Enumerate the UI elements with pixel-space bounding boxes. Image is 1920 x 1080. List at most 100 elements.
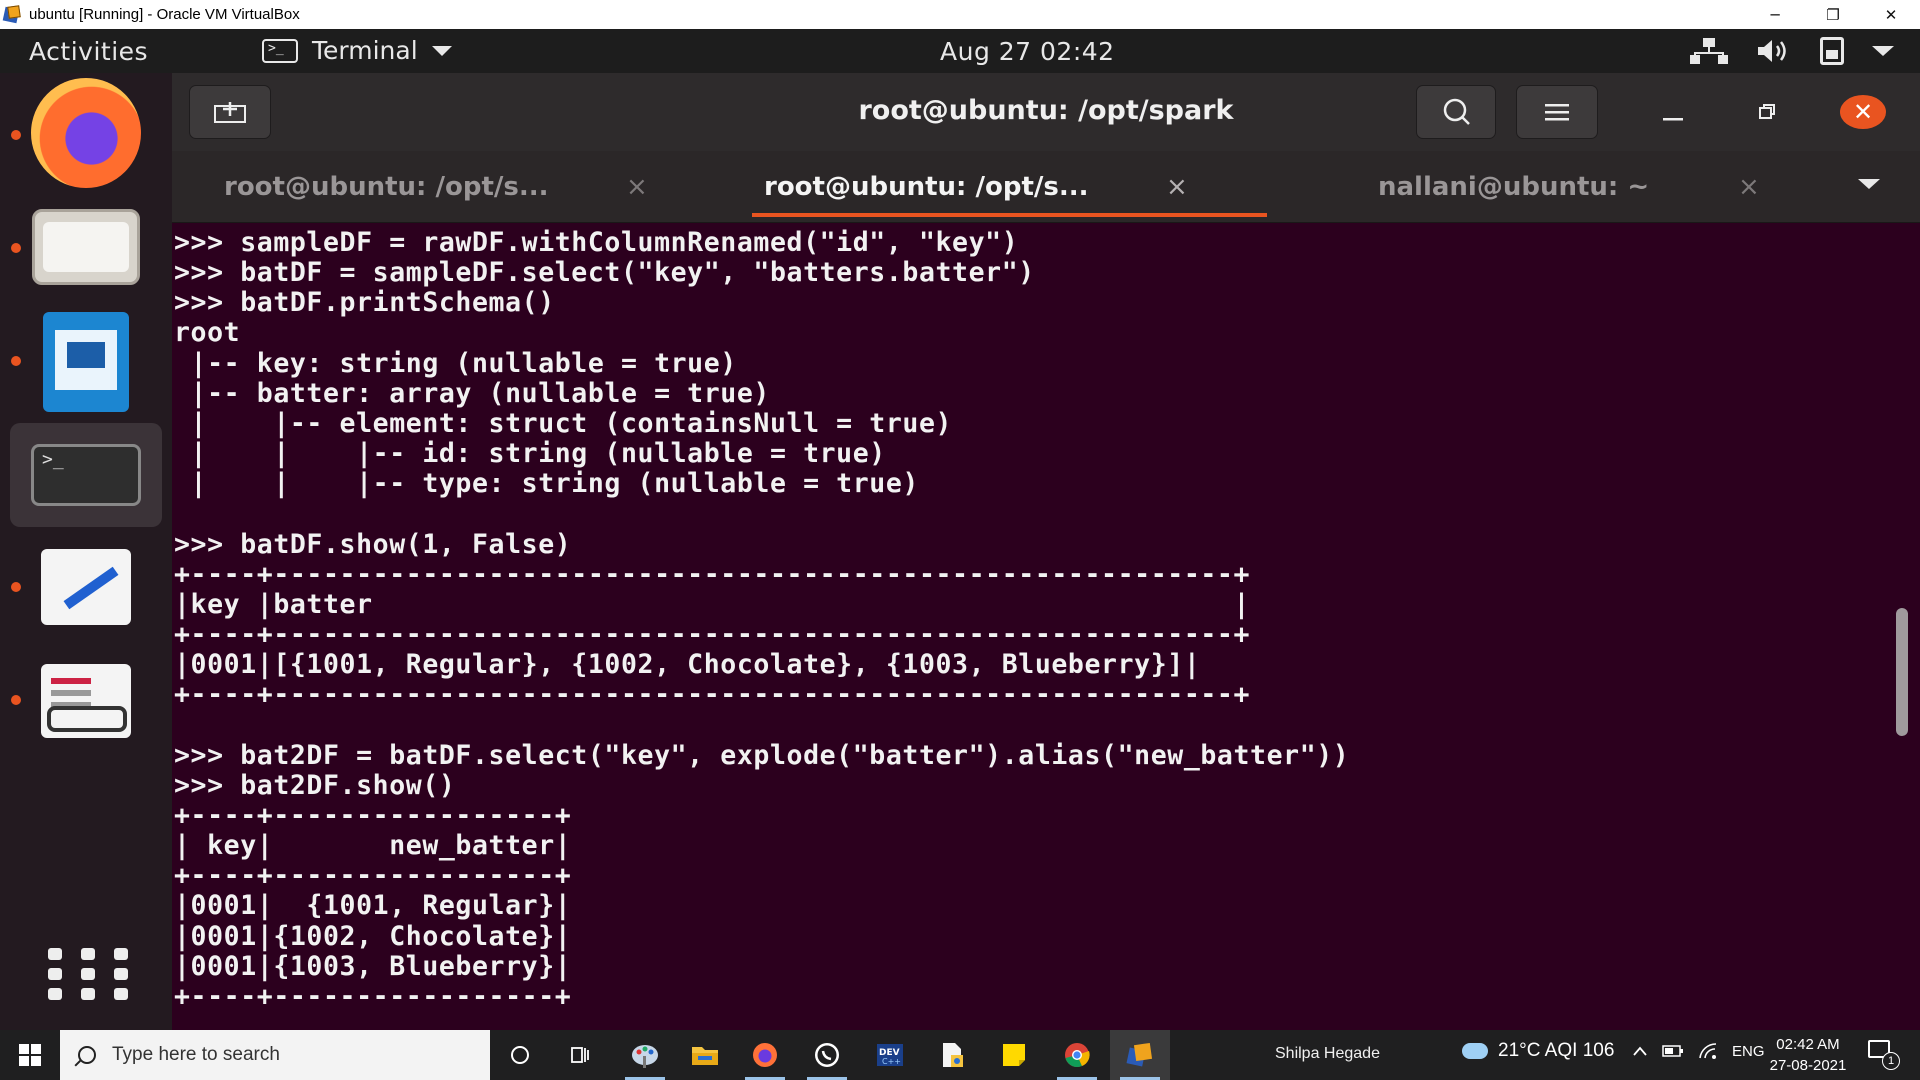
terminal-line: >>> sampleDF = rawDF.withColumnRenamed("… xyxy=(174,228,1019,258)
terminal-line: >>> batDF.printSchema() xyxy=(174,287,555,319)
taskbar-app-dev-cpp[interactable]: DEV C++ xyxy=(860,1030,920,1080)
chevron-up-icon[interactable] xyxy=(1632,1045,1648,1057)
terminal-line: >>> bat2DF = batDF.select("key", explode… xyxy=(174,739,1350,771)
taskbar-app-paint[interactable] xyxy=(615,1030,675,1080)
search-icon xyxy=(78,1046,96,1064)
dock-item-document-viewer[interactable] xyxy=(10,649,162,753)
tab-close-icon[interactable]: × xyxy=(1166,172,1188,202)
firefox-icon xyxy=(31,78,141,188)
notification-count: 1 xyxy=(1882,1052,1900,1070)
cortana-button[interactable] xyxy=(490,1030,550,1080)
hamburger-menu-button[interactable] xyxy=(1516,85,1598,139)
dock-item-firefox[interactable] xyxy=(10,78,162,188)
tab-close-icon[interactable]: × xyxy=(1738,172,1760,202)
terminal-line: |-- batter: array (nullable = true) xyxy=(174,377,770,409)
terminal-line: |0001|{1002, Chocolate}| xyxy=(174,920,572,952)
terminal-line: |0001|{1003, Blueberry}| xyxy=(174,950,572,982)
host-minimize-button[interactable]: ─ xyxy=(1746,0,1804,29)
network-icon xyxy=(1690,38,1728,64)
taskbar-app-whatsapp[interactable] xyxy=(797,1030,857,1080)
task-view-icon xyxy=(571,1047,589,1063)
tab-label: root@ubuntu: /opt/s... xyxy=(224,172,549,202)
taskbar-clock[interactable]: 02:42 AM 27-08-2021 xyxy=(1768,1034,1848,1076)
terminal-line: +----+----------------------------------… xyxy=(174,679,1251,711)
virtualbox-icon xyxy=(2,4,23,25)
tab-1[interactable]: root@ubuntu: /opt/s... × xyxy=(224,151,734,223)
terminal-line: >>> batDF.show(1, False) xyxy=(174,528,572,560)
close-button[interactable]: ✕ xyxy=(1840,95,1886,129)
terminal-line: | | |-- type: string (nullable = true) xyxy=(174,468,919,500)
dock-item-files[interactable] xyxy=(10,195,162,299)
taskbar-app-firefox[interactable] xyxy=(735,1030,795,1080)
taskbar-search-placeholder: Type here to search xyxy=(112,1044,280,1065)
app-menu-terminal[interactable]: >_ Terminal xyxy=(262,36,452,65)
folder-icon xyxy=(692,1047,718,1065)
terminal-line: >>> batDF = sampleDF.select("key", "batt… xyxy=(174,257,1035,289)
terminal-line: |0001| {1001, Regular}| xyxy=(174,890,572,922)
show-applications-icon[interactable] xyxy=(48,948,128,1008)
svg-text:C++: C++ xyxy=(882,1057,901,1066)
ubuntu-top-bar: Activities >_ Terminal Aug 27 02:42 xyxy=(0,29,1920,73)
taskbar-app-sticky-notes[interactable] xyxy=(984,1030,1044,1080)
tab-list-chevron-down-icon[interactable] xyxy=(1858,179,1880,189)
search-icon xyxy=(1443,98,1470,125)
virtualbox-icon xyxy=(1126,1042,1153,1067)
terminal-window-title: root@ubuntu: /opt/spark xyxy=(858,95,1234,126)
terminal-headerbar: root@ubuntu: /opt/spark ✕ xyxy=(172,73,1920,151)
dock-item-text-editor[interactable] xyxy=(10,535,162,639)
taskbar-user-name[interactable]: Shilpa Hegade xyxy=(1275,1045,1380,1063)
document-viewer-icon xyxy=(41,664,131,738)
start-button[interactable] xyxy=(0,1030,60,1080)
weather-widget[interactable]: 21°C AQI 106 xyxy=(1462,1040,1614,1062)
host-close-button[interactable]: ✕ xyxy=(1862,0,1920,29)
wifi-icon[interactable] xyxy=(1698,1042,1718,1060)
system-tray: ENG xyxy=(1632,1042,1765,1060)
host-restore-button[interactable]: ❐ xyxy=(1804,0,1862,29)
tab-3[interactable]: nallani@ubuntu: ~ × xyxy=(1378,151,1888,223)
terminal-text: >>> sampleDF = rawDF.withColumnRenamed("… xyxy=(174,228,1904,1012)
paint-icon xyxy=(632,1045,658,1068)
taskbar-time: 02:42 AM xyxy=(1776,1036,1840,1053)
terminal-line: +----+-----------------+ xyxy=(174,799,572,831)
activities-button[interactable]: Activities xyxy=(29,37,148,66)
taskbar-app-virtualbox[interactable] xyxy=(1110,1030,1170,1080)
host-window-titlebar: ubuntu [Running] - Oracle VM VirtualBox … xyxy=(0,0,1920,29)
minimize-button[interactable] xyxy=(1653,97,1693,127)
windows-taskbar: Type here to search DEV C++ Shilpa Hegade… xyxy=(0,1030,1920,1080)
terminal-output[interactable]: >>> sampleDF = rawDF.withColumnRenamed("… xyxy=(174,228,1904,1028)
chevron-down-icon xyxy=(431,45,452,56)
language-indicator[interactable]: ENG xyxy=(1732,1043,1765,1060)
system-menu[interactable] xyxy=(1690,29,1920,73)
dock-item-libreoffice-writer[interactable] xyxy=(10,310,162,414)
dock-item-terminal[interactable]: >_ xyxy=(10,423,162,527)
terminal-line: +----+----------------------------------… xyxy=(174,619,1251,651)
files-icon xyxy=(32,209,140,285)
terminal-line: | | |-- id: string (nullable = true) xyxy=(174,438,886,470)
sticky-notes-icon xyxy=(1003,1044,1025,1066)
terminal-line: |-- key: string (nullable = true) xyxy=(174,347,737,379)
battery-icon[interactable] xyxy=(1662,1044,1684,1058)
maximize-button[interactable] xyxy=(1747,97,1787,127)
terminal-line: +----+-----------------+ xyxy=(174,860,572,892)
taskbar-app-document[interactable] xyxy=(922,1030,982,1080)
minimize-icon xyxy=(1663,118,1683,121)
chrome-icon xyxy=(1065,1043,1090,1068)
tab-label: nallani@ubuntu: ~ xyxy=(1378,172,1650,202)
writer-icon xyxy=(43,312,129,412)
taskbar-app-chrome[interactable] xyxy=(1047,1030,1107,1080)
active-tab-indicator xyxy=(752,213,1267,217)
tab-close-icon[interactable]: × xyxy=(626,172,648,202)
taskbar-search-box[interactable]: Type here to search xyxy=(60,1030,490,1080)
search-button[interactable] xyxy=(1416,85,1496,139)
clock[interactable]: Aug 27 02:42 xyxy=(940,37,1115,66)
terminal-line: |key |batter | xyxy=(174,588,1251,620)
taskbar-app-file-explorer[interactable] xyxy=(675,1030,735,1080)
notification-center-button[interactable]: 1 xyxy=(1868,1040,1900,1070)
firefox-icon xyxy=(753,1043,777,1067)
task-view-button[interactable] xyxy=(550,1030,610,1080)
terminal-scrollbar[interactable] xyxy=(1896,608,1908,736)
terminal-icon: >_ xyxy=(31,444,141,506)
cortana-icon xyxy=(511,1046,529,1064)
